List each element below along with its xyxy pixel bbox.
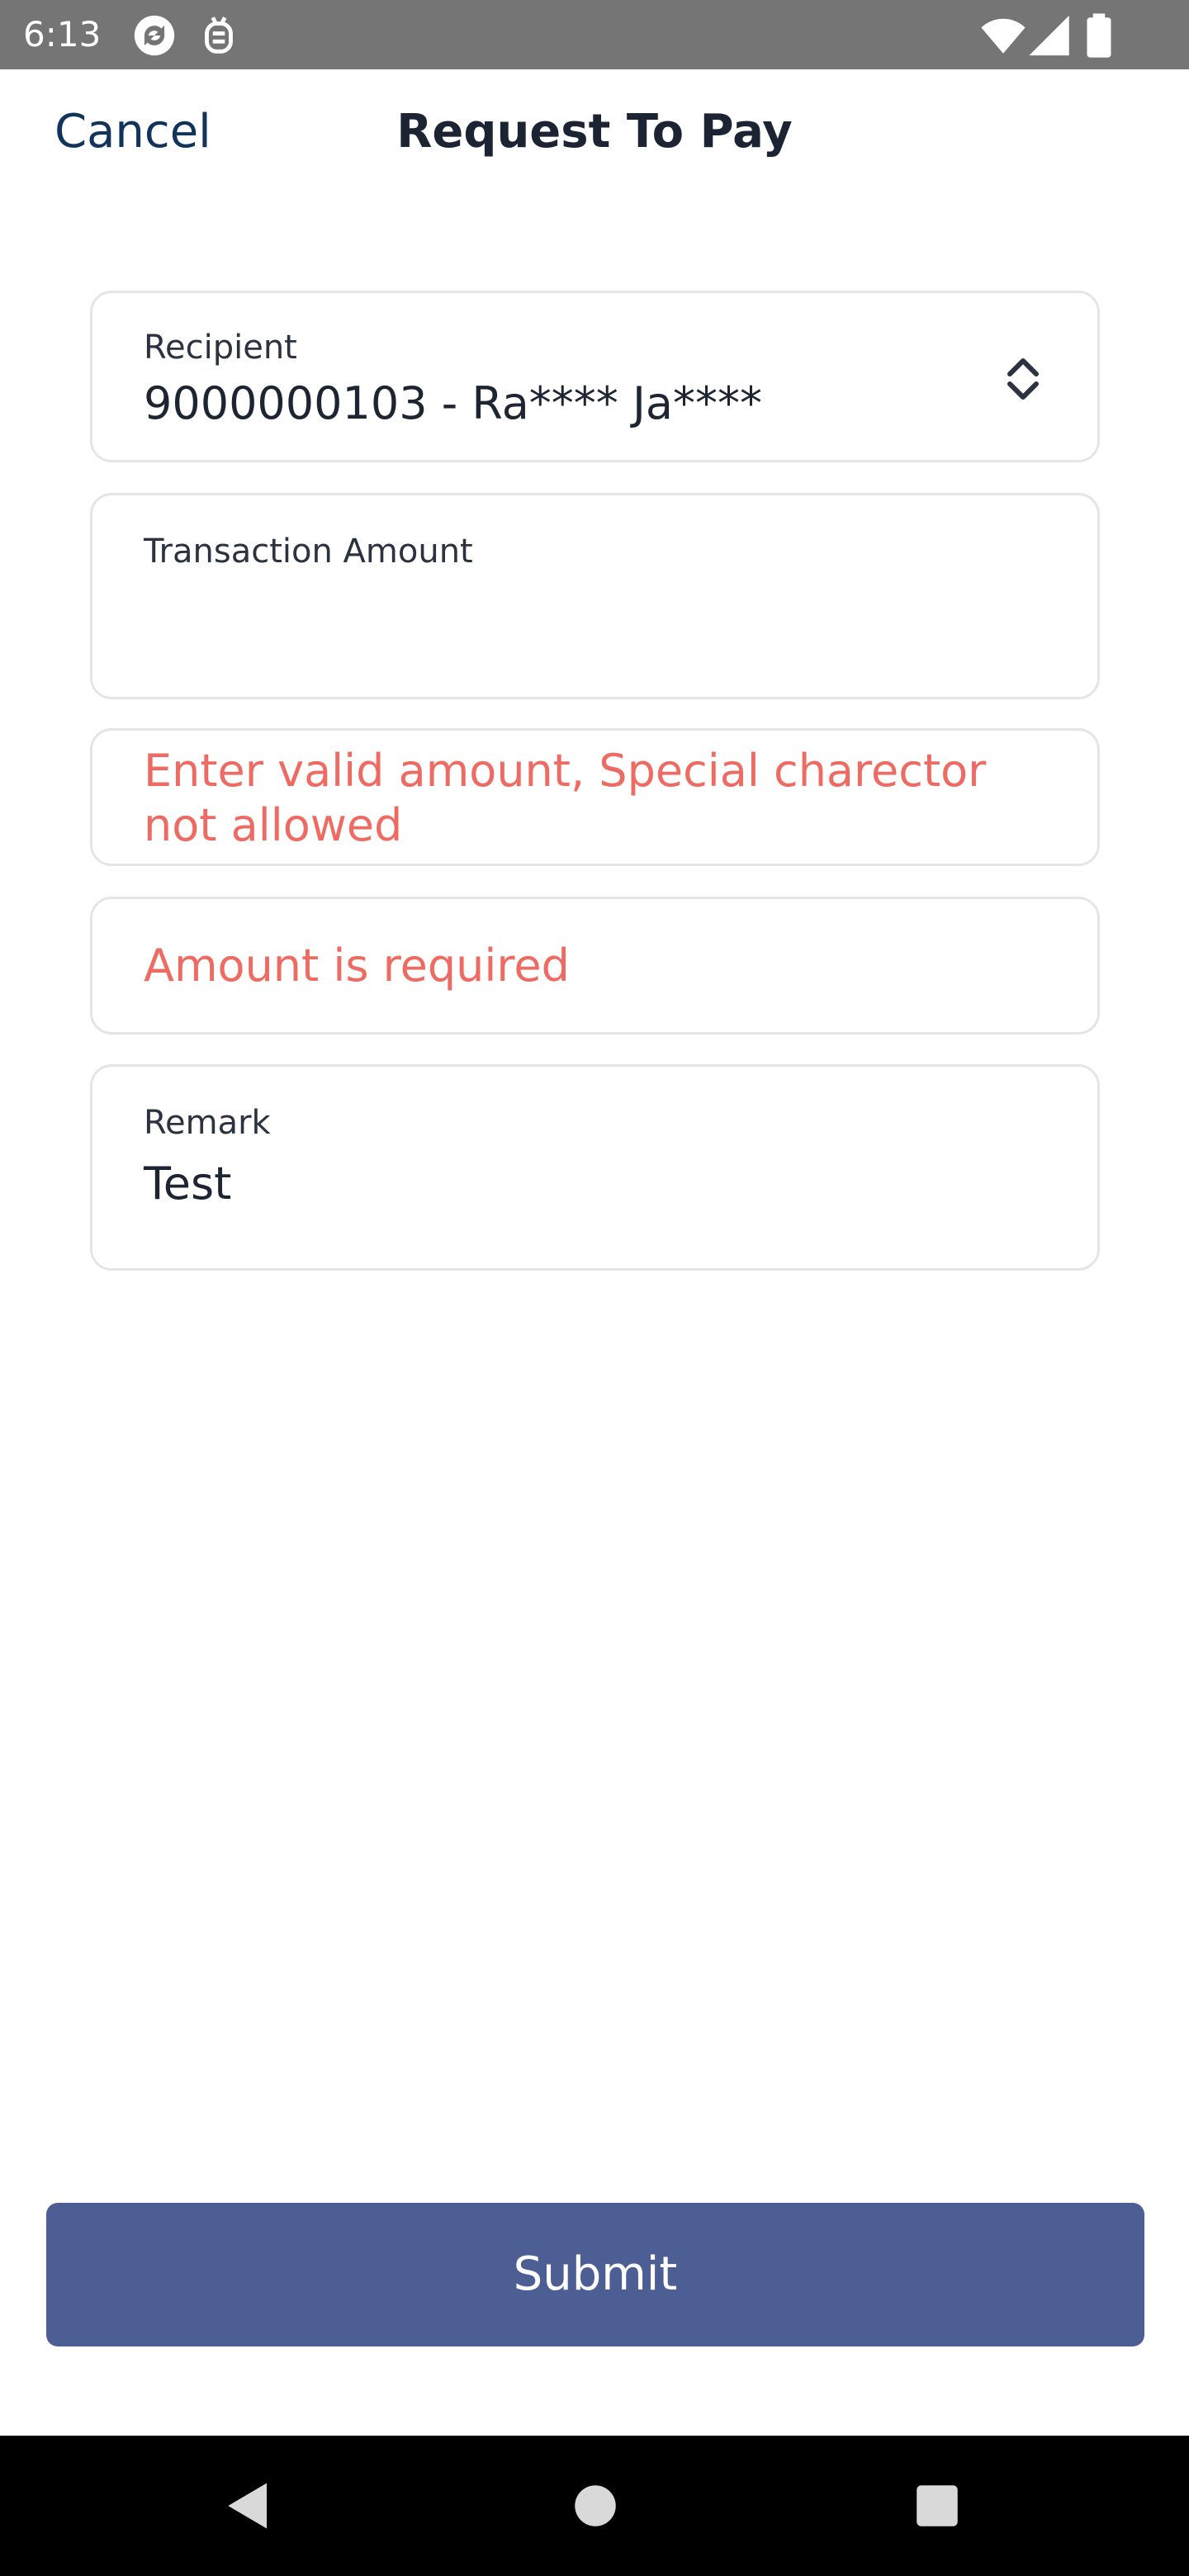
recents-icon[interactable]: [910, 2479, 964, 2533]
navigation-bar: [0, 2436, 1189, 2576]
remark-field[interactable]: Remark Test: [90, 1064, 1100, 1271]
error-message-box: Amount is required: [90, 897, 1100, 1035]
recipient-select[interactable]: Recipient 9000000103 - Ra**** Ja****: [90, 291, 1100, 462]
transaction-amount-label: Transaction Amount: [144, 533, 473, 571]
status-bar: 6:13: [0, 0, 1189, 69]
transaction-amount-input[interactable]: [142, 591, 1048, 661]
battery-icon: [1075, 12, 1123, 59]
wifi-icon: [979, 12, 1027, 59]
chevron-up-down-icon: [1003, 356, 1043, 402]
remark-value[interactable]: Test: [144, 1158, 231, 1210]
invalid-amount-error: Enter valid amount, Special charector no…: [144, 745, 987, 851]
notification-app-icon: [195, 12, 243, 59]
back-icon[interactable]: [221, 2479, 276, 2533]
status-time: 6:13: [23, 14, 102, 54]
signal-icon: [1027, 12, 1075, 59]
sync-app-icon: [130, 12, 178, 59]
recipient-label: Recipient: [144, 329, 297, 367]
home-icon[interactable]: [568, 2479, 623, 2533]
error-message-box: Enter valid amount, Special charector no…: [90, 728, 1100, 866]
recipient-value: 9000000103 - Ra**** Ja****: [144, 377, 762, 429]
amount-required-error: Amount is required: [144, 940, 570, 992]
submit-button[interactable]: Submit: [46, 2203, 1144, 2346]
transaction-amount-field[interactable]: Transaction Amount: [90, 493, 1100, 699]
cancel-button[interactable]: Cancel: [54, 106, 211, 159]
remark-label: Remark: [144, 1104, 271, 1142]
